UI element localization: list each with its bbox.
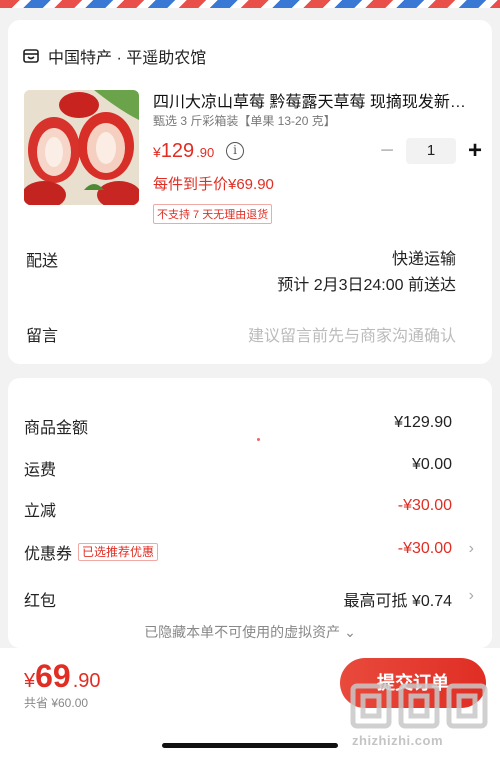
price-decimal: .90 [196, 145, 215, 160]
store-icon [23, 49, 39, 63]
info-icon[interactable]: i [226, 142, 244, 160]
goods-amount-value: ¥129.90 [394, 414, 452, 431]
chevron-down-icon: ⌄ [344, 624, 356, 640]
increment-button[interactable]: + [464, 139, 486, 163]
coupon-chevron-icon[interactable]: › [469, 540, 474, 558]
memo-label: 留言 [26, 328, 59, 345]
price-symbol: ¥ [153, 144, 161, 160]
shipping-label: 运费 [24, 462, 57, 479]
redpacket-value[interactable]: 最高可抵 ¥0.74 [344, 587, 453, 611]
total-decimal: .90 [72, 670, 101, 692]
submit-order-button[interactable]: 提交订单 [340, 658, 486, 708]
discount-value: -¥30.00 [397, 497, 452, 514]
coupon-badge: 已选推荐优惠 [78, 543, 159, 561]
decrement-button[interactable]: − [376, 139, 398, 163]
decorative-dot [257, 438, 260, 441]
price-integer: 129 [160, 140, 195, 162]
product-price: ¥ 129 .90 [153, 140, 214, 163]
total-price: ¥ 69 .90 [24, 658, 101, 695]
total-symbol: ¥ [24, 670, 36, 692]
saved-amount: 共省 ¥60.00 [24, 696, 89, 710]
product-title[interactable]: 四川大凉山草莓 黔莓露天草莓 现摘现发新鲜水果 [153, 88, 473, 112]
product-spec[interactable]: 甄选 3 斤彩箱装【单果 13-20 克】 [153, 112, 336, 129]
shop-name: 中国特产 · 平遥助农馆 [48, 50, 207, 67]
product-image[interactable] [24, 90, 139, 205]
goods-amount-label: 商品金额 [24, 420, 89, 437]
quantity-stepper: − 1 + [376, 138, 486, 164]
order-card: 中国特产 · 平遥助农馆 四川大凉山草莓 黔莓露天草莓 现摘现发新鲜水果 甄选 … [8, 20, 492, 364]
delivery-info[interactable]: 快递运输 预计 2月3日24:00 前送达 [277, 247, 456, 299]
shipping-value: ¥0.00 [411, 456, 452, 473]
shop-header[interactable]: 中国特产 · 平遥助农馆 [22, 44, 206, 68]
return-policy-badge: 不支持 7 天无理由退货 [153, 204, 273, 224]
redpacket-chevron-icon[interactable]: › [469, 587, 474, 605]
delivery-method: 快递运输 [391, 251, 456, 268]
delivery-label: 配送 [26, 253, 59, 270]
discount-label: 立减 [24, 503, 57, 520]
home-indicator [162, 743, 338, 748]
coupon-label: 优惠券 [24, 546, 73, 563]
airmail-border [0, 0, 500, 8]
hidden-assets-text: 已隐藏本单不可使用的虚拟资产 [144, 624, 341, 640]
each-price-text: 每件到手价¥69.90 [153, 176, 274, 193]
fee-card: 商品金额 ¥129.90 运费 ¥0.00 立减 -¥30.00 优惠券 已选推… [8, 378, 492, 648]
coupon-row[interactable]: 优惠券 已选推荐优惠 [24, 540, 159, 564]
total-integer: 69 [35, 658, 71, 694]
redpacket-label: 红包 [24, 593, 57, 610]
quantity-field[interactable]: 1 [406, 138, 456, 164]
hidden-assets-toggle[interactable]: 已隐藏本单不可使用的虚拟资产 ⌄ [8, 622, 492, 642]
memo-input[interactable]: 建议留言前先与商家沟通确认 [248, 322, 456, 346]
delivery-eta: 预计 2月3日24:00 前送达 [277, 277, 456, 294]
watermark-text: zhizhizhi.com [352, 733, 443, 748]
coupon-value[interactable]: -¥30.00 [398, 540, 452, 558]
